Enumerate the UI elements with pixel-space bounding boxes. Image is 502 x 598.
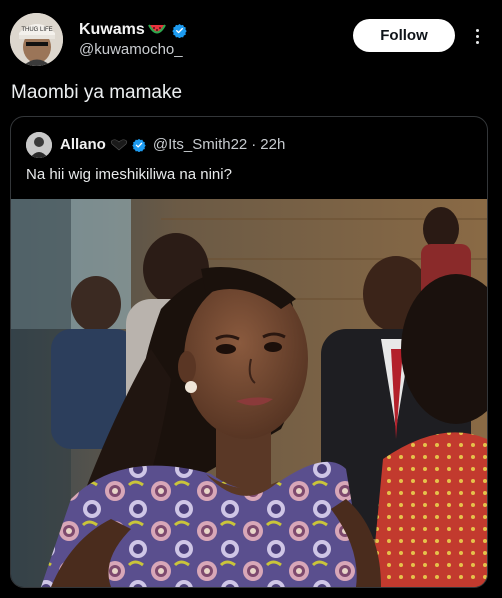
tweet-text: Maombi ya mamake	[11, 82, 183, 103]
watermelon-icon	[147, 24, 166, 34]
dot	[475, 40, 479, 44]
quoted-timestamp[interactable]: 22h	[260, 136, 285, 153]
separator-dot: ·	[251, 136, 257, 153]
tweet-header: THUG LIFE Kuwams @kuwamocho_ Follow	[0, 0, 502, 76]
verified-badge-icon	[172, 23, 187, 38]
avatar-cap-text: THUG LIFE	[21, 27, 52, 33]
user-avatar[interactable]: THUG LIFE	[10, 13, 63, 66]
quoted-author-row[interactable]: Allano @Its_Smith22 · 22h	[60, 136, 285, 153]
quoted-photo[interactable]	[11, 199, 487, 587]
quoted-display-name[interactable]: Allano	[60, 136, 106, 153]
quoted-tweet[interactable]: Allano @Its_Smith22 · 22h Na hii wig ime…	[10, 116, 488, 588]
author-display-name[interactable]: Kuwams	[79, 21, 145, 39]
quoted-user-avatar[interactable]	[26, 132, 52, 158]
quoted-handle[interactable]: @Its_Smith22	[153, 136, 247, 153]
author-handle[interactable]: @kuwamocho_	[79, 41, 183, 58]
avatar-image: THUG LIFE	[10, 13, 63, 66]
black-heart-icon	[110, 138, 127, 150]
dot	[475, 28, 479, 32]
dot	[475, 34, 479, 38]
more-options-icon[interactable]	[467, 22, 487, 50]
follow-button[interactable]: Follow	[353, 19, 455, 52]
quoted-tweet-text: Na hii wig imeshikiliwa na nini?	[26, 166, 232, 183]
author-name-row[interactable]: Kuwams	[79, 21, 187, 39]
quoted-avatar-image	[26, 132, 52, 158]
verified-badge-icon	[132, 138, 146, 152]
